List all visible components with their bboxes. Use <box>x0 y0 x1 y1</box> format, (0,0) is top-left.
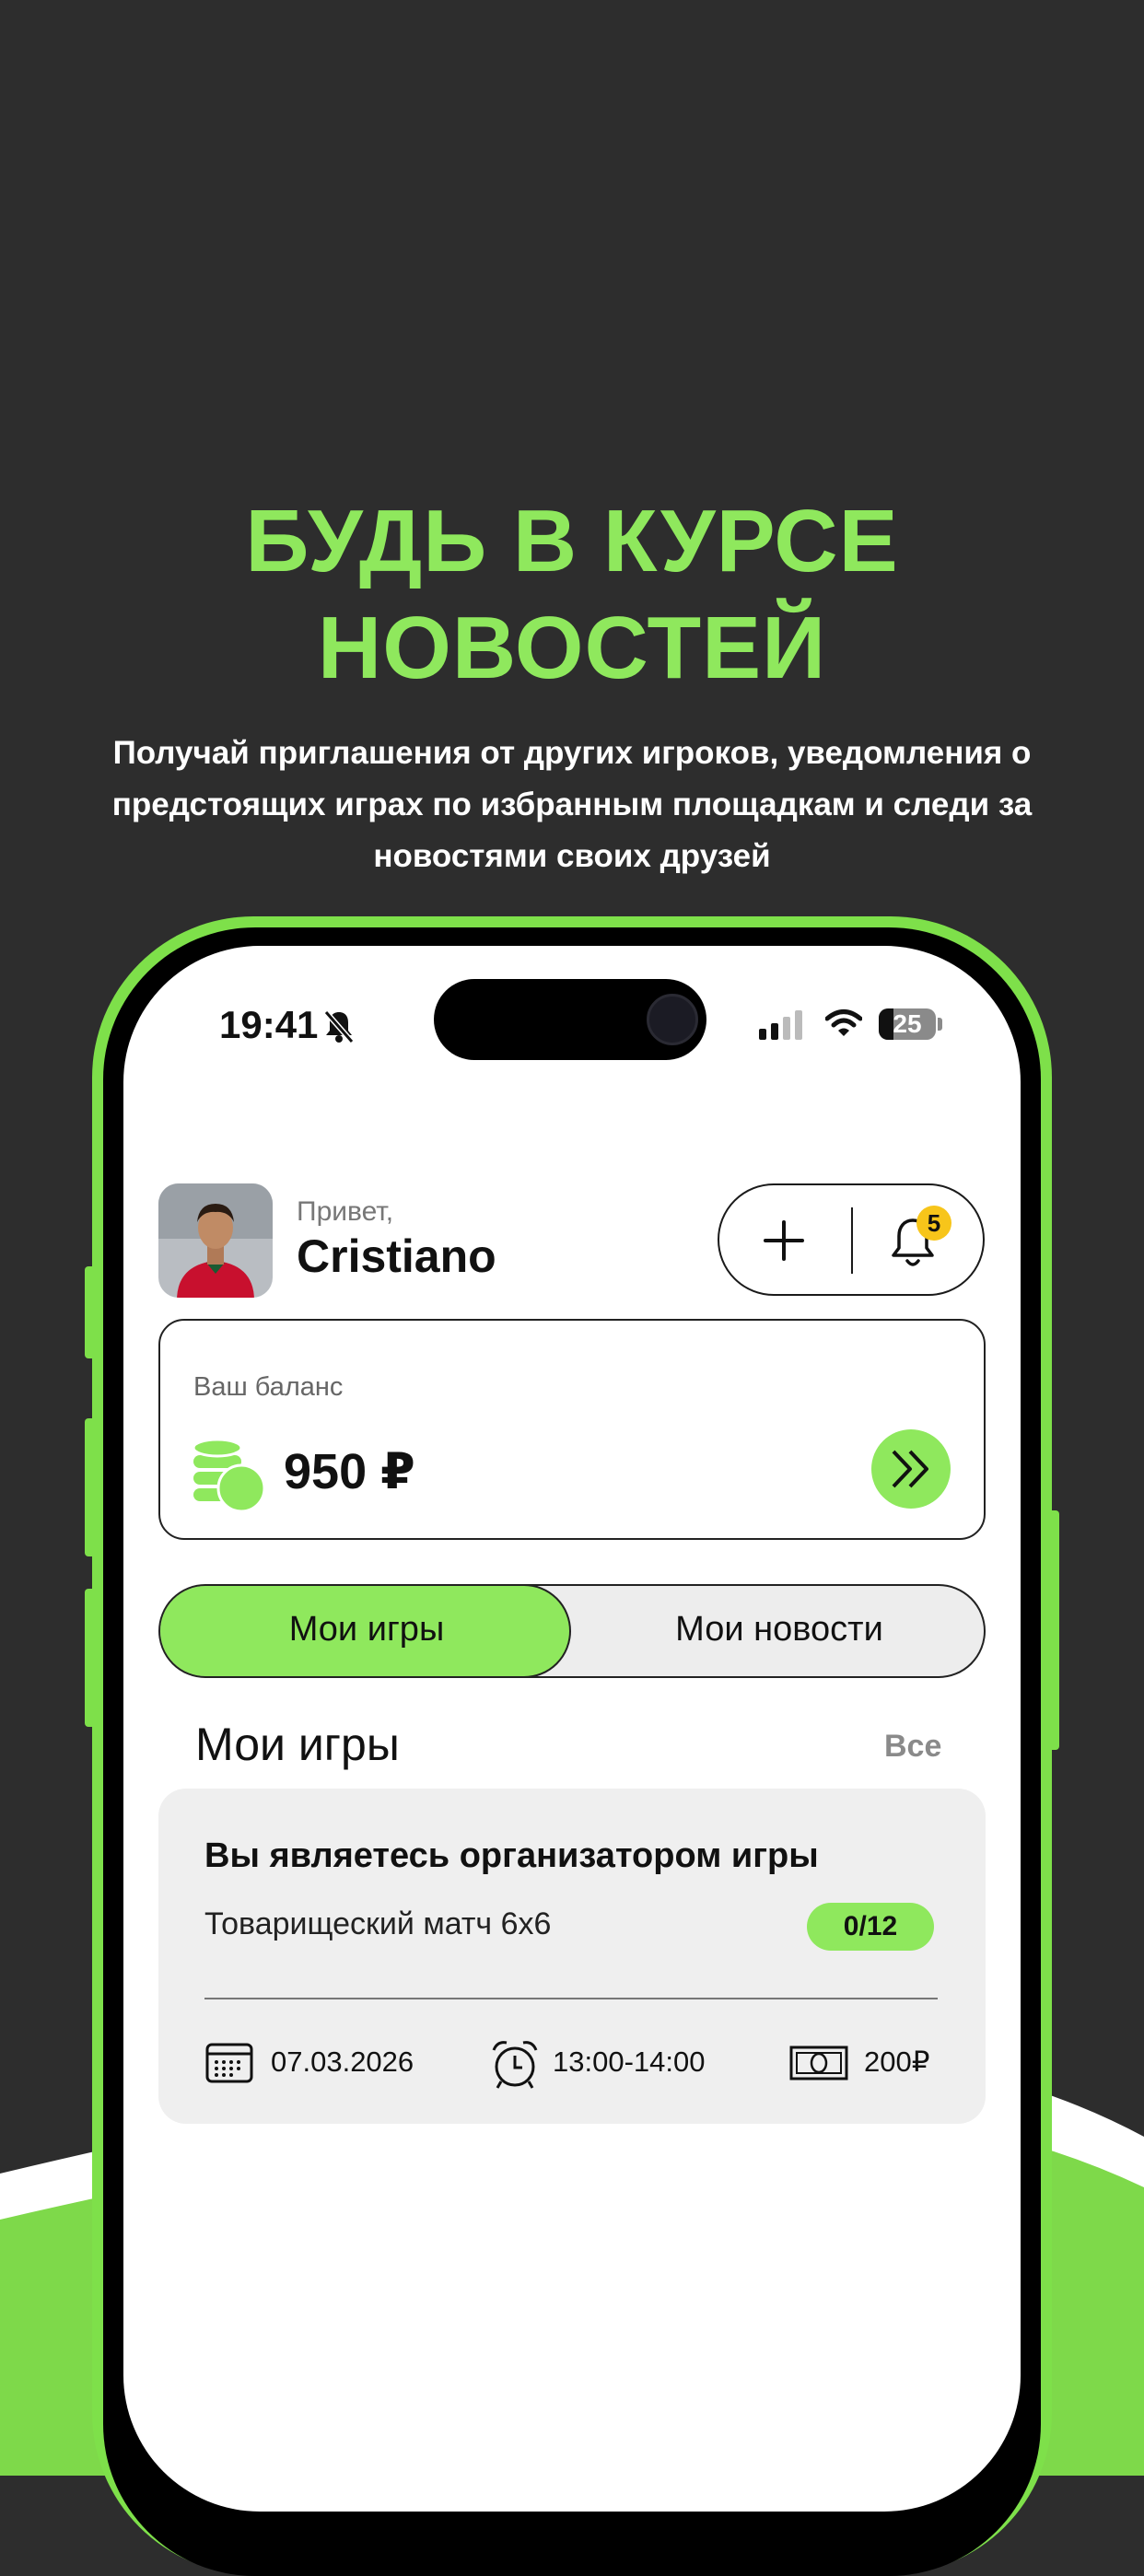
game-price: 200₽ <box>864 2046 930 2078</box>
status-time: 19:41 <box>219 1003 319 1046</box>
phone-side-button <box>85 1266 96 1358</box>
tab-bar: Мои игры Мои новости <box>158 1584 986 1678</box>
section-title: Мои игры <box>195 1719 400 1770</box>
calendar-icon <box>205 2043 253 2083</box>
camera-icon <box>647 994 698 1045</box>
phone-power-button <box>1048 1510 1059 1750</box>
notification-badge: 5 <box>916 1206 951 1241</box>
game-card-title: Вы являетесь организатором игры <box>204 1836 819 1875</box>
see-all-link[interactable]: Все <box>884 1729 941 1765</box>
card-divider <box>204 1998 938 1999</box>
cellular-signal-icon <box>759 1010 802 1040</box>
bell-slash-icon <box>323 1010 355 1043</box>
game-date: 07.03.2026 <box>271 2046 414 2078</box>
match-name: Товарищеский матч 6х6 <box>204 1906 552 1941</box>
double-chevron-right-icon <box>892 1450 928 1488</box>
actions-divider <box>851 1207 853 1274</box>
alarm-clock-icon <box>492 2041 538 2089</box>
players-count-badge: 0/12 <box>807 1903 934 1951</box>
balance-amount: 950 ₽ <box>284 1444 415 1499</box>
game-time: 13:00-14:00 <box>553 2046 706 2078</box>
phone-screen: 19:41 25 Привет, Cristiano 5 Ваш баланс … <box>123 946 1021 2512</box>
add-button[interactable] <box>756 1213 811 1268</box>
avatar[interactable] <box>158 1183 273 1298</box>
notifications-button[interactable]: 5 <box>885 1206 951 1276</box>
balance-go-button[interactable] <box>871 1429 951 1509</box>
balance-card[interactable]: Ваш баланс 950 ₽ <box>158 1319 986 1540</box>
coins-icon <box>192 1439 265 1512</box>
promo-subtitle: Получай приглашения от других игроков, у… <box>111 735 1033 874</box>
phone-volume-down-button <box>85 1589 96 1727</box>
phone-volume-up-button <box>85 1418 96 1556</box>
tab-my-games-label[interactable]: Мои игры <box>160 1610 573 1649</box>
header-actions: 5 <box>718 1183 985 1296</box>
battery-tip <box>938 1018 942 1031</box>
username: Cristiano <box>297 1230 496 1282</box>
promo-headline: БУДЬ В КУРСЕ НОВОСТЕЙ <box>245 492 899 697</box>
battery-icon: 25 <box>879 1008 936 1040</box>
game-card[interactable]: Вы являетесь организатором игры Товарище… <box>158 1789 986 2124</box>
tab-my-news[interactable]: Мои новости <box>573 1610 984 1649</box>
avatar-image <box>158 1183 273 1298</box>
greeting-text: Привет, <box>297 1196 394 1227</box>
balance-label: Ваш баланс <box>193 1372 344 1402</box>
wifi-icon <box>825 1009 862 1036</box>
cash-icon <box>789 2046 848 2081</box>
